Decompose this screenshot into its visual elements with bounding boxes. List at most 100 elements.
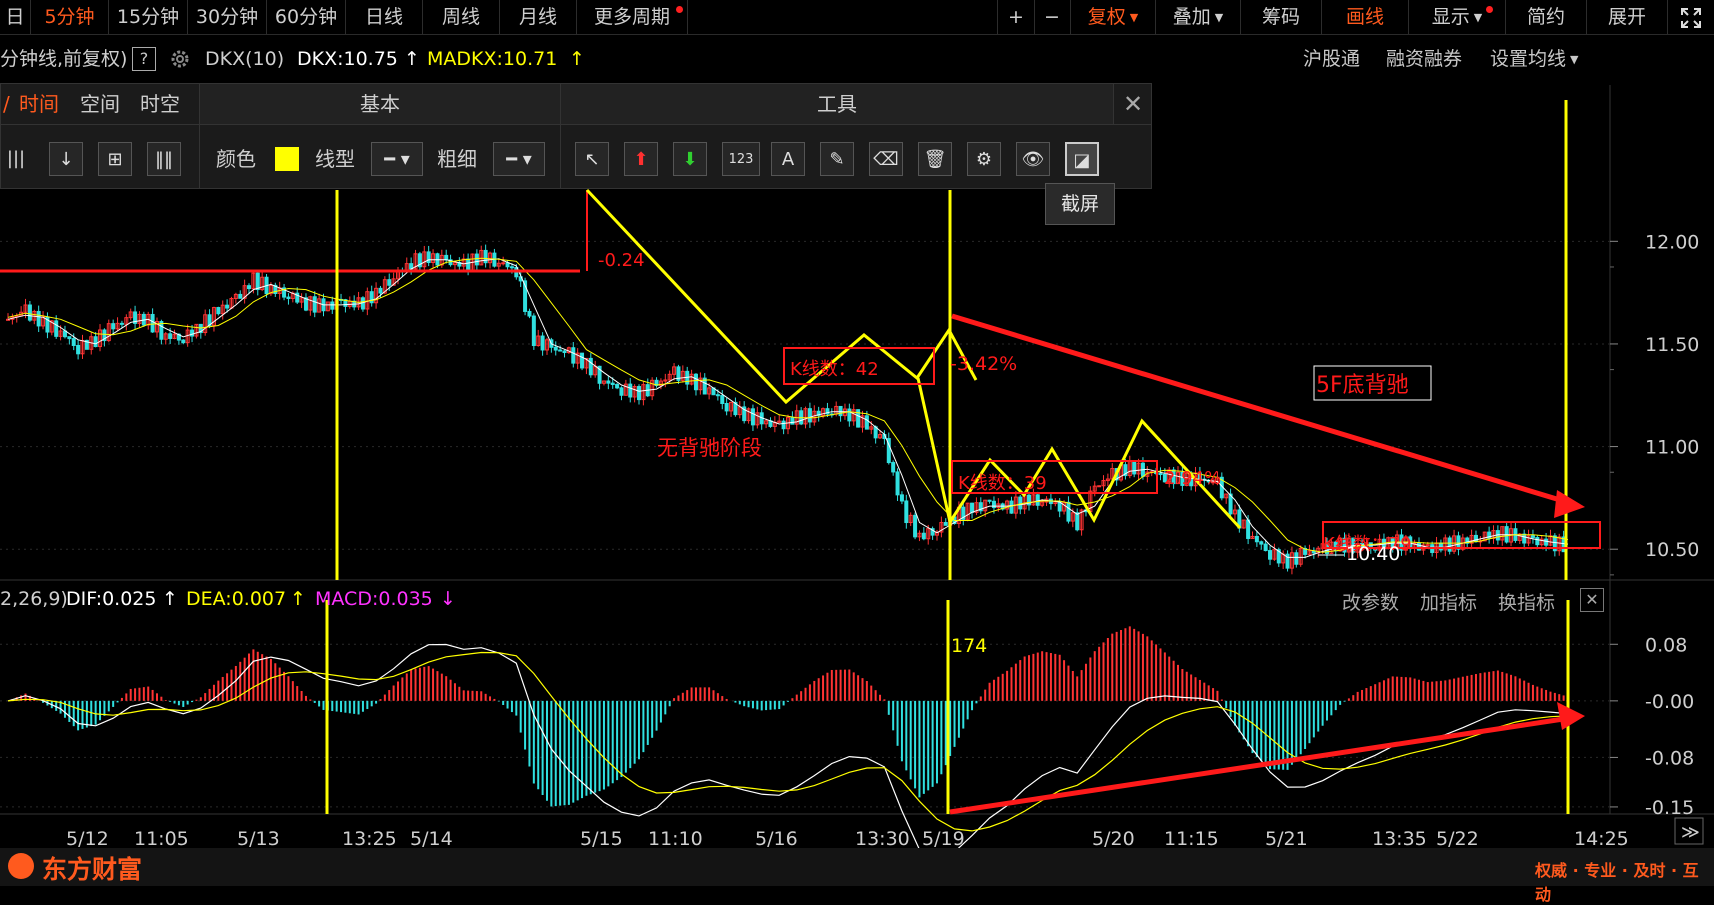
simple-mode-button[interactable]: 简约 <box>1506 0 1587 34</box>
candle-body <box>724 402 729 412</box>
hsgt-link[interactable]: 沪股通 <box>1303 45 1360 73</box>
time-axis-label: 14:25 <box>1574 828 1629 850</box>
candle-body <box>580 352 585 369</box>
color-label: 颜色 <box>216 147 256 171</box>
down-arrow-tool-icon[interactable]: ↓ <box>49 142 83 176</box>
brand-name: 东方财富 <box>42 855 143 884</box>
candle-body <box>509 266 514 269</box>
up-arrow-icon: ↑ <box>404 48 420 70</box>
help-button[interactable]: ? <box>132 47 156 71</box>
fib-tool-icon[interactable]: ⊞ <box>98 142 132 176</box>
overlay-label: 叠加 <box>1172 6 1211 28</box>
overlay-dropdown[interactable]: 叠加 ▼ <box>1156 0 1241 34</box>
margin-trading-link[interactable]: 融资融券 <box>1386 45 1462 73</box>
candle-body <box>67 336 72 340</box>
period-daily[interactable]: 日线 <box>346 0 423 34</box>
candle-body <box>426 251 431 264</box>
thickness-dropdown[interactable]: ━ ▾ <box>493 142 545 176</box>
screenshot-icon[interactable]: ◪ <box>1065 142 1099 176</box>
fuquan-dropdown[interactable]: 复权 ▼ <box>1071 0 1156 34</box>
candle-body <box>286 296 291 300</box>
candle-body <box>987 499 992 502</box>
add-indicator-link[interactable]: 加指标 <box>1420 588 1477 615</box>
period-day-partial[interactable]: 日 <box>0 0 31 34</box>
gear-icon[interactable]: ⚙ <box>967 142 1001 176</box>
chart-grid <box>0 85 1714 815</box>
period-30min[interactable]: 30分钟 <box>188 0 267 34</box>
candle-body <box>1263 543 1268 552</box>
period-weekly[interactable]: 周线 <box>423 0 500 34</box>
tab-space[interactable]: 空间 <box>80 84 120 124</box>
eraser-icon[interactable]: ⌫ <box>869 142 903 176</box>
tab-arrow[interactable]: / <box>3 84 11 124</box>
ruler-icon[interactable]: ✎ <box>820 142 854 176</box>
candle-body <box>1246 519 1251 539</box>
vertical-lines-icon[interactable]: ||| <box>1 142 31 176</box>
close-indicator-icon[interactable]: ✕ <box>1580 588 1604 612</box>
section-basic: 基本 <box>199 84 560 124</box>
candle-body <box>720 395 725 404</box>
candle-body <box>378 287 383 294</box>
period-more[interactable]: 更多周期 <box>577 0 688 34</box>
display-dropdown[interactable]: 显示 ▼ <box>1409 0 1506 34</box>
candle-body <box>36 310 41 327</box>
number-icon[interactable]: 123 <box>722 142 760 176</box>
change-params-link[interactable]: 改参数 <box>1342 588 1399 615</box>
candle-body <box>807 408 812 423</box>
candle-body <box>501 262 506 265</box>
period-monthly[interactable]: 月线 <box>500 0 577 34</box>
linetype-dropdown[interactable]: ━ ▾ <box>371 142 423 176</box>
expand-button[interactable]: 展开 <box>1587 0 1668 34</box>
candle-body <box>895 471 900 496</box>
price-axis-label: 11.00 <box>1645 437 1699 459</box>
draw-line-button[interactable]: 画线 <box>1322 0 1409 34</box>
tab-space-time[interactable]: 时空 <box>140 84 180 124</box>
chips-button[interactable]: 筹码 <box>1241 0 1322 34</box>
period-lines-icon[interactable]: ‖‖ <box>147 142 181 176</box>
color-swatch[interactable] <box>275 147 299 171</box>
candle-body <box>1522 533 1527 544</box>
eye-icon[interactable]: 👁 <box>1016 142 1050 176</box>
candle-body <box>693 373 698 391</box>
candle-body <box>1075 512 1080 531</box>
close-icon[interactable]: ✕ <box>1113 84 1152 124</box>
pct-label-1: -0.24 <box>598 250 645 271</box>
text-icon[interactable]: A <box>771 142 805 176</box>
trash-icon[interactable]: 🗑 <box>918 142 952 176</box>
candle-body <box>168 333 173 339</box>
candle-body <box>474 253 479 266</box>
time-axis-label: 5/12 <box>66 828 109 850</box>
candle-body <box>238 293 243 299</box>
caret-down-icon: ▼ <box>1214 10 1224 24</box>
zoom-out-button[interactable]: − <box>1034 0 1071 34</box>
settings-gear-icon[interactable] <box>168 47 192 79</box>
tab-time[interactable]: 时间 <box>19 84 59 124</box>
candle-body <box>610 382 615 386</box>
chart-title: 分钟线,前复权) <box>0 48 128 70</box>
period-15min[interactable]: 15分钟 <box>109 0 188 34</box>
candle-body <box>781 420 786 430</box>
candle-body <box>225 304 230 309</box>
kcount-label-1: K线数：42 <box>790 359 879 380</box>
period-5min[interactable]: 5分钟 <box>31 0 109 34</box>
period-60min[interactable]: 60分钟 <box>267 0 346 34</box>
arrowhead-icon <box>1554 490 1585 518</box>
candle-body <box>93 336 98 348</box>
kcount-label-2: K线数：39 <box>958 473 1047 494</box>
up-arrow-icon: ↑ <box>162 588 178 610</box>
pointer-icon[interactable]: ↖ <box>575 142 609 176</box>
candle-body <box>838 405 843 417</box>
down-arrow-mark-icon[interactable]: ⬇ <box>673 142 707 176</box>
up-arrow-icon: ↑ <box>290 588 306 610</box>
candle-body <box>571 347 576 364</box>
dea-value: DEA:0.007 <box>186 588 287 610</box>
zoom-in-button[interactable]: + <box>997 0 1035 34</box>
fullscreen-icon[interactable] <box>1668 0 1714 34</box>
switch-indicator-link[interactable]: 换指标 <box>1498 588 1555 615</box>
up-arrow-mark-icon[interactable]: ⬆ <box>624 142 658 176</box>
macd-value: MACD:0.035 <box>315 588 433 610</box>
dif-value: DIF:0.025 <box>66 588 157 610</box>
candle-body <box>921 532 926 540</box>
set-ma-dropdown[interactable]: 设置均线 ▼ <box>1490 45 1578 74</box>
wave-zigzag-1 <box>585 188 978 405</box>
